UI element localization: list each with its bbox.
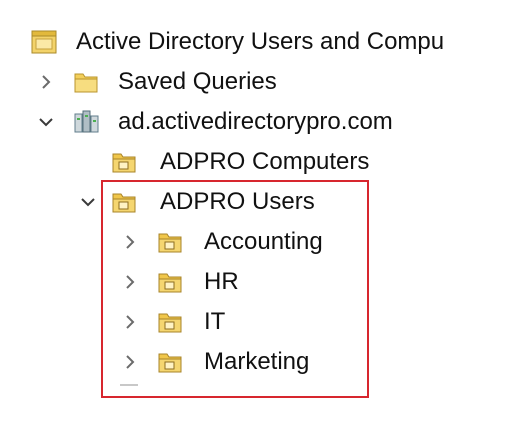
- tree-item-marketing[interactable]: Marketing: [120, 342, 309, 382]
- ou-folder-icon: [156, 308, 184, 336]
- tree-item-adpro-users[interactable]: ADPRO Users: [76, 182, 315, 222]
- tree-item-root[interactable]: Active Directory Users and Compu: [30, 22, 444, 62]
- tree-item-accounting[interactable]: Accounting: [120, 222, 323, 262]
- console-folder-icon: [30, 28, 58, 56]
- tree-item-hr[interactable]: HR: [120, 262, 239, 302]
- tree-item-root-label: Active Directory Users and Compu: [76, 28, 445, 55]
- tree-item-marketing-label: Marketing: [204, 348, 310, 375]
- ou-folder-icon: [156, 228, 184, 256]
- chevron-right-icon[interactable]: [120, 272, 140, 292]
- chevron-right-icon[interactable]: [36, 72, 56, 92]
- tree-item-it[interactable]: IT: [120, 302, 225, 342]
- tree-item-saved-queries-label: Saved Queries: [118, 68, 277, 95]
- tree-item-adpro-computers[interactable]: ADPRO Computers: [110, 142, 369, 182]
- ad-users-computers-tree: Active Directory Users and Compu Saved Q…: [0, 0, 514, 440]
- chevron-right-icon[interactable]: [120, 352, 140, 372]
- tree-item-saved-queries[interactable]: Saved Queries: [34, 62, 277, 102]
- chevron-down-icon[interactable]: [78, 192, 98, 212]
- tree-item-domain[interactable]: ad.activedirectorypro.com: [34, 102, 393, 142]
- tree-item-it-label: IT: [204, 308, 226, 335]
- folder-icon: [72, 68, 100, 96]
- tree-item-domain-label: ad.activedirectorypro.com: [118, 108, 393, 135]
- ou-folder-icon: [110, 148, 138, 176]
- tree-item-partial: [120, 384, 138, 386]
- chevron-right-icon[interactable]: [120, 232, 140, 252]
- tree-item-adpro-computers-label: ADPRO Computers: [160, 148, 370, 175]
- tree-item-adpro-users-label: ADPRO Users: [160, 188, 315, 215]
- tree-item-hr-label: HR: [204, 268, 239, 295]
- ou-folder-icon: [110, 188, 138, 216]
- chevron-down-icon[interactable]: [36, 112, 56, 132]
- chevron-right-icon[interactable]: [120, 312, 140, 332]
- tree-item-accounting-label: Accounting: [204, 228, 323, 255]
- domain-icon: [72, 108, 100, 136]
- ou-folder-icon: [156, 348, 184, 376]
- ou-folder-icon: [156, 268, 184, 296]
